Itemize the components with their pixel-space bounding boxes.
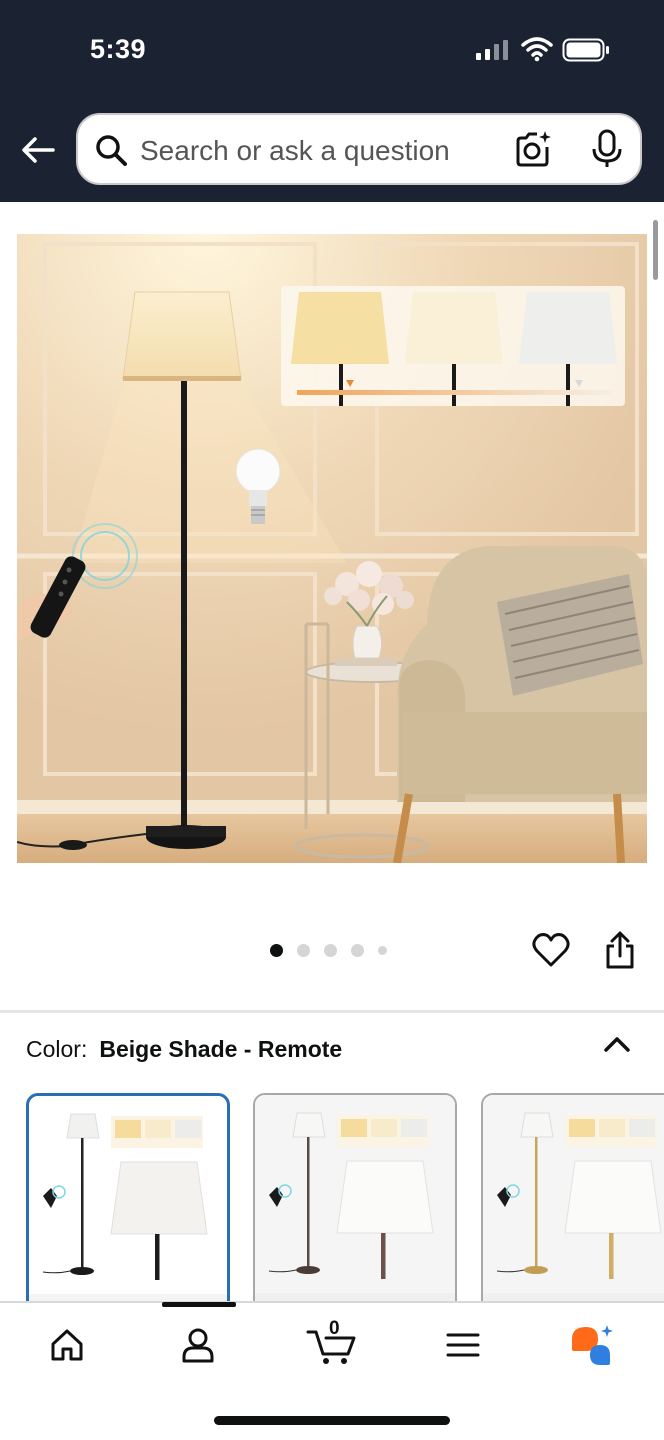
nav-active-indicator [162,1302,236,1307]
home-indicator [214,1416,450,1425]
swatch-image [483,1095,664,1311]
nav-home[interactable] [43,1322,91,1368]
swatch-image [29,1113,227,1310]
color-selector-label: Color: Beige Shade - Remote [26,1036,342,1063]
carousel-dot[interactable] [351,944,364,957]
nav-rufus-assistant[interactable] [568,1322,616,1368]
product-image[interactable] [17,234,647,863]
chevron-up-icon[interactable] [602,1032,632,1056]
carousel-dot[interactable] [297,944,310,957]
search-bar[interactable]: Search or ask a question [76,113,642,185]
header: 5:39 Search or ask a question [0,0,664,202]
section-divider [0,1010,664,1013]
nav-account[interactable] [174,1322,222,1368]
hamburger-menu-icon [446,1333,480,1357]
battery-icon [562,38,609,62]
rufus-assistant-icon [572,1325,613,1365]
floor-lamp-photo [17,234,647,863]
back-arrow-icon [22,137,55,163]
back-button[interactable] [18,130,58,170]
home-icon [51,1329,83,1361]
cart-count-badge: 0 [329,1318,340,1339]
account-icon [182,1328,214,1363]
swatch-image [255,1095,455,1311]
status-time: 5:39 [90,34,147,64]
color-option-gold-pole[interactable] [481,1093,664,1313]
search-input[interactable]: Search or ask a question [140,135,450,167]
share-icon[interactable] [604,930,636,970]
image-carousel-dots[interactable] [270,944,387,957]
carousel-dot[interactable] [324,944,337,957]
color-option-bronze-pole[interactable] [253,1093,457,1313]
color-label: Color: [26,1036,88,1062]
search-icon [96,135,127,166]
cellular-signal-icon [476,40,508,60]
nav-menu[interactable] [439,1322,487,1368]
color-option-black-pole[interactable] [26,1093,230,1313]
camera-search-icon[interactable] [514,129,554,169]
carousel-dot[interactable] [378,946,387,955]
microphone-icon[interactable] [590,129,624,169]
selected-color-value: Beige Shade - Remote [99,1036,343,1062]
carousel-dot[interactable] [270,944,283,957]
app-root: 5:39 Search or ask a question Color: Bei… [0,0,664,1440]
scrollbar[interactable] [653,220,658,280]
wifi-icon [521,37,553,62]
wishlist-heart-icon[interactable] [532,932,570,968]
